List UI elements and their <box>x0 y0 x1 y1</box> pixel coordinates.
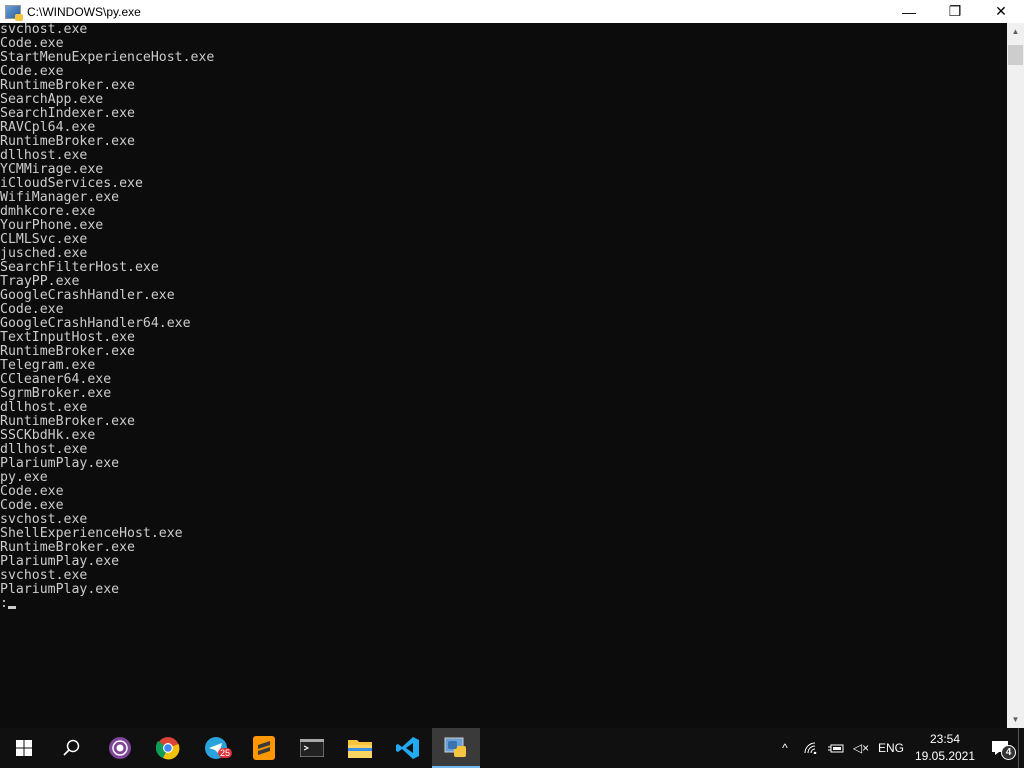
console-line: svchost.exe <box>0 512 88 527</box>
console-line: py.exe <box>0 470 48 485</box>
search-button[interactable] <box>48 728 96 768</box>
windows-logo-icon <box>16 740 32 756</box>
console-line: Telegram.exe <box>0 358 96 373</box>
prompt-line: : <box>0 597 1007 611</box>
action-center-button[interactable]: 4 <box>982 728 1018 768</box>
console-line: Code.exe <box>0 302 64 317</box>
console-line: Code.exe <box>0 484 64 499</box>
console-line: SearchFilterHost.exe <box>0 260 159 275</box>
sublime-text-button[interactable] <box>240 728 288 768</box>
close-button[interactable]: ✕ <box>978 0 1024 23</box>
console-line: RuntimeBroker.exe <box>0 78 135 93</box>
vertical-scrollbar[interactable]: ▲ ▼ <box>1007 23 1024 728</box>
console-line: Code.exe <box>0 498 64 513</box>
console-line: PlariumPlay.exe <box>0 456 120 471</box>
wifi-icon[interactable] <box>798 728 824 768</box>
console-line: SearchApp.exe <box>0 92 104 107</box>
python-app-icon <box>5 4 23 21</box>
vscode-button[interactable] <box>384 728 432 768</box>
python-icon <box>444 737 466 757</box>
title-bar[interactable]: C:\WINDOWS\py.exe — ❐ ✕ <box>0 0 1024 23</box>
console-line: YourPhone.exe <box>0 218 104 233</box>
tor-browser-button[interactable] <box>96 728 144 768</box>
console-line: GoogleCrashHandler.exe <box>0 288 175 303</box>
minimize-button[interactable]: — <box>886 0 932 23</box>
battery-icon[interactable] <box>824 728 848 768</box>
terminal-icon <box>300 739 324 757</box>
scroll-down-arrow-icon[interactable]: ▼ <box>1007 711 1024 728</box>
console-line: Code.exe <box>0 36 64 51</box>
console-line: CLMLSvc.exe <box>0 232 88 247</box>
console-line: RuntimeBroker.exe <box>0 414 135 429</box>
window-title: C:\WINDOWS\py.exe <box>27 4 141 19</box>
console-line: PlariumPlay.exe <box>0 554 120 569</box>
terminal-button[interactable] <box>288 728 336 768</box>
scrollbar-thumb[interactable] <box>1008 45 1023 65</box>
sublime-icon <box>253 736 275 760</box>
folder-icon <box>348 740 372 758</box>
console-line: SearchIndexer.exe <box>0 106 135 121</box>
volume-muted-icon[interactable]: ◁× <box>848 728 874 768</box>
console-line: RuntimeBroker.exe <box>0 540 135 555</box>
console-line: jusched.exe <box>0 246 88 261</box>
console-line: svchost.exe <box>0 23 88 37</box>
console-line: SSCKbdHk.exe <box>0 428 96 443</box>
chrome-button[interactable] <box>144 728 192 768</box>
console-line: CCleaner64.exe <box>0 372 112 387</box>
file-explorer-button[interactable] <box>336 728 384 768</box>
console-output[interactable]: svchost.exe Code.exe StartMenuExperienceHo… <box>0 23 1007 728</box>
console-line: GoogleCrashHandler64.exe <box>0 316 191 331</box>
console-line: StartMenuExperienceHost.exe <box>0 50 215 65</box>
console-line: dllhost.exe <box>0 148 88 163</box>
console-line: WifiManager.exe <box>0 190 120 205</box>
start-button[interactable] <box>0 728 48 768</box>
console-line: dllhost.exe <box>0 400 88 415</box>
clock-date: 19.05.2021 <box>914 749 976 763</box>
console-line: PlariumPlay.exe <box>0 582 120 597</box>
console-line: YCMMirage.exe <box>0 162 104 177</box>
notification-count: 4 <box>1001 745 1016 760</box>
console-line: Code.exe <box>0 64 64 79</box>
console-line: RuntimeBroker.exe <box>0 134 135 149</box>
console-line: RAVCpl64.exe <box>0 120 96 135</box>
console-line: ShellExperienceHost.exe <box>0 526 183 541</box>
console-line: svchost.exe <box>0 568 88 583</box>
text-cursor <box>7 606 16 609</box>
console-line: SgrmBroker.exe <box>0 386 112 401</box>
console-line: iCloudServices.exe <box>0 176 143 191</box>
restore-button[interactable]: ❐ <box>932 0 978 23</box>
clock[interactable]: 23:54 19.05.2021 <box>908 728 982 768</box>
scroll-up-arrow-icon[interactable]: ▲ <box>1007 23 1024 40</box>
show-hidden-icons-chevron-icon[interactable]: ^ <box>772 728 798 768</box>
console-line: TextInputHost.exe <box>0 330 135 345</box>
clock-time: 23:54 <box>929 732 961 746</box>
prompt-text: : <box>0 596 8 611</box>
tor-icon <box>109 737 131 759</box>
console-line: dmhkcore.exe <box>0 204 96 219</box>
taskbar: 25 ^ ◁× ENG 23:54 19.05.2021 4 <box>0 728 1024 768</box>
python-console-button[interactable] <box>432 728 480 768</box>
console-line: TrayPP.exe <box>0 274 80 289</box>
telegram-button[interactable]: 25 <box>192 728 240 768</box>
console-line: dllhost.exe <box>0 442 88 457</box>
vscode-icon <box>396 737 419 759</box>
telegram-badge: 25 <box>218 748 233 758</box>
language-indicator[interactable]: ENG <box>874 728 908 768</box>
console-line: RuntimeBroker.exe <box>0 344 135 359</box>
search-icon <box>63 739 80 756</box>
chrome-icon <box>156 737 180 760</box>
